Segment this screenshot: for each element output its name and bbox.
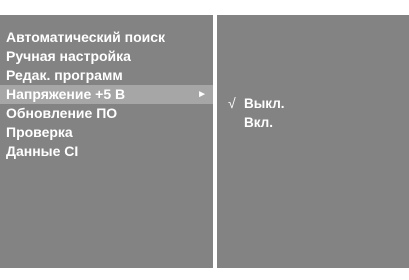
tv-setup-screen: Автоматический поиск Ручная настройка Ре… — [0, 0, 409, 280]
voltage-options: √ Выкл. Вкл. — [217, 15, 409, 132]
option-off[interactable]: √ Выкл. — [217, 94, 409, 113]
menu-item-label: Редак. программ — [6, 67, 123, 83]
option-label: Вкл. — [244, 115, 273, 130]
menu-item-label: Проверка — [6, 124, 73, 140]
triangle-right-icon: ► — [197, 89, 207, 100]
menu-item-software-update[interactable]: Обновление ПО — [0, 104, 213, 123]
setup-menu: Автоматический поиск Ручная настройка Ре… — [0, 15, 213, 161]
checkmark-icon: √ — [228, 95, 236, 111]
menu-item-label: Автоматический поиск — [6, 29, 166, 45]
menu-item-label: Данные CI — [6, 143, 79, 159]
menu-item-voltage-5v[interactable]: Напряжение +5 В ► — [0, 85, 213, 104]
menu-item-ci-data[interactable]: Данные CI — [0, 142, 213, 161]
menu-item-auto-search[interactable]: Автоматический поиск — [0, 28, 213, 47]
menu-item-label: Напряжение +5 В — [6, 86, 126, 102]
menu-item-label: Обновление ПО — [6, 105, 118, 121]
menu-item-edit-programs[interactable]: Редак. программ — [0, 66, 213, 85]
menu-item-label: Ручная настройка — [6, 48, 131, 64]
option-label: Выкл. — [244, 96, 285, 111]
menu-item-check[interactable]: Проверка — [0, 123, 213, 142]
menu-item-manual-tuning[interactable]: Ручная настройка — [0, 47, 213, 66]
option-on[interactable]: Вкл. — [217, 113, 409, 132]
